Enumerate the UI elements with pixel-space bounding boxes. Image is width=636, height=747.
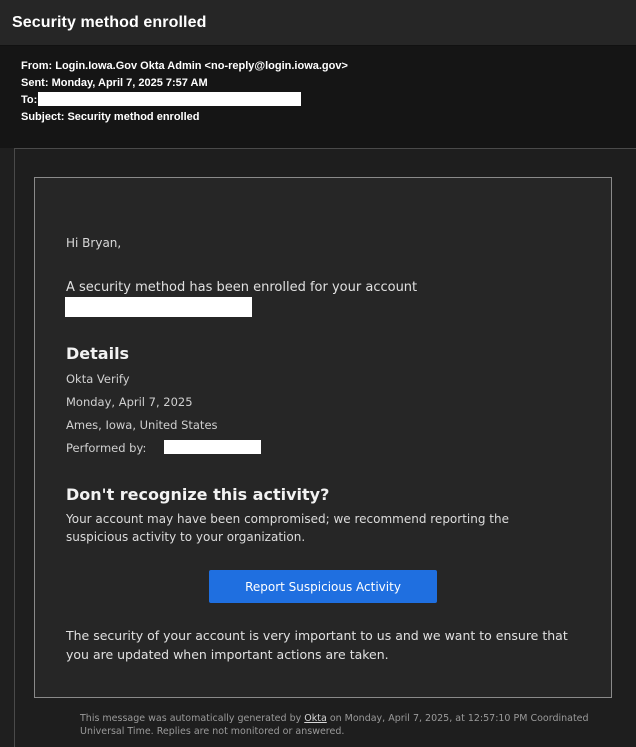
- subject-row: Subject: Security method enrolled: [21, 109, 636, 126]
- warning-text: Your account may have been compromised; …: [66, 512, 509, 544]
- detail-method: Okta Verify: [66, 372, 130, 386]
- to-row: To:: [21, 92, 636, 109]
- subject-value: Security method enrolled: [67, 111, 200, 123]
- greeting: Hi Bryan,: [66, 236, 122, 250]
- from-label: From:: [21, 60, 53, 72]
- detail-location: Ames, Iowa, United States: [66, 418, 218, 432]
- email-headers: From: Login.Iowa.Gov Okta Admin <no-repl…: [0, 46, 636, 148]
- footer-notice: This message was automatically generated…: [80, 712, 630, 738]
- warning-heading: Don't recognize this activity?: [66, 485, 330, 504]
- message-card: Hi Bryan, A security method has been enr…: [34, 177, 612, 698]
- email-title: Security method enrolled: [12, 14, 207, 31]
- details-heading: Details: [66, 344, 130, 363]
- okta-link[interactable]: Okta: [304, 713, 327, 724]
- detail-date: Monday, April 7, 2025: [66, 395, 193, 409]
- detail-performed-by: Performed by:: [66, 441, 147, 455]
- title-bar: Security method enrolled: [0, 0, 636, 46]
- report-suspicious-activity-button[interactable]: Report Suspicious Activity: [209, 570, 437, 603]
- from-value[interactable]: Login.Iowa.Gov Okta Admin <no-reply@logi…: [55, 60, 348, 72]
- sent-label: Sent:: [21, 77, 49, 89]
- account-redaction: [65, 297, 252, 317]
- to-redaction: [38, 92, 302, 107]
- performed-by-redaction: [164, 440, 261, 454]
- closing-text: The security of your account is very imp…: [66, 628, 568, 662]
- footer-prefix: This message was automatically generated…: [80, 713, 305, 724]
- email-viewer: Security method enrolled From: Login.Iow…: [0, 0, 636, 747]
- to-label: To:: [21, 94, 38, 106]
- subject-label: Subject:: [21, 111, 65, 123]
- from-row: From: Login.Iowa.Gov Okta Admin <no-repl…: [21, 58, 636, 75]
- sent-value: Monday, April 7, 2025 7:57 AM: [51, 77, 208, 89]
- enrolled-message: A security method has been enrolled for …: [66, 280, 418, 295]
- sent-row: Sent: Monday, April 7, 2025 7:57 AM: [21, 75, 636, 92]
